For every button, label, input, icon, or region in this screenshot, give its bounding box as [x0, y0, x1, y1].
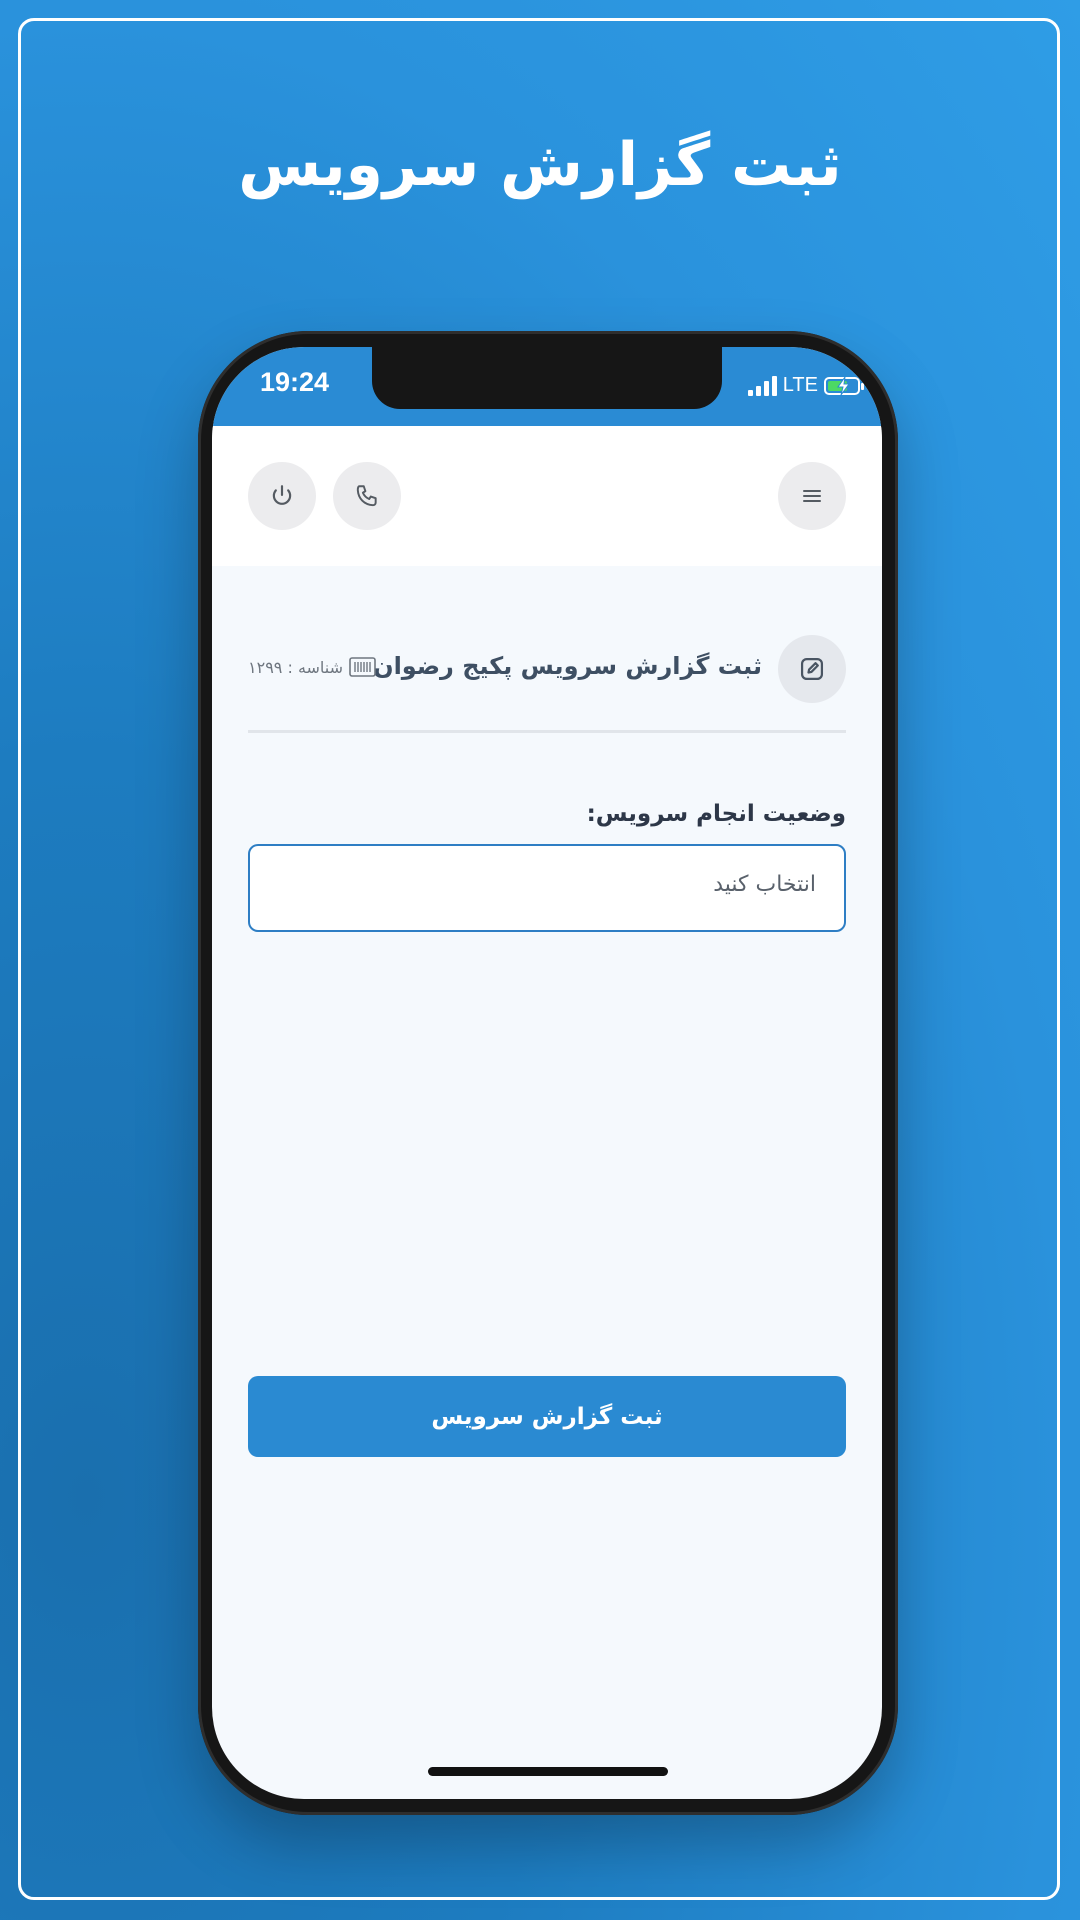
- app-header: [212, 426, 882, 566]
- signal-icon: [747, 375, 777, 396]
- battery-charging-icon: [824, 376, 864, 395]
- power-icon: [272, 485, 292, 505]
- promo-title: ثبت گزارش سرویس: [238, 130, 842, 200]
- phone-notch: [372, 347, 722, 409]
- call-button[interactable]: [333, 462, 401, 530]
- phone-icon: [356, 485, 377, 507]
- report-title-row: ثبت گزارش سرویس پکیج رضوان شناسه : ۱۲۹۹: [248, 635, 846, 705]
- network-label: LTE: [782, 374, 818, 396]
- status-time: 19:24: [260, 367, 330, 397]
- promo-page: ثبت گزارش سرویس 19:24 LTE ثبت گزارش سروی…: [0, 0, 1080, 1920]
- service-status-label: وضعیت انجام سرویس:: [586, 801, 846, 827]
- power-button[interactable]: [248, 462, 316, 530]
- menu-button[interactable]: [778, 462, 846, 530]
- report-id: شناسه : ۱۲۹۹: [248, 657, 344, 677]
- status-bar: 19:24 LTE: [212, 347, 882, 426]
- edit-icon: [800, 657, 824, 681]
- report-title: ثبت گزارش سرویس پکیج رضوان: [373, 652, 762, 680]
- status-indicators: LTE: [747, 374, 864, 397]
- barcode-icon: [349, 657, 376, 677]
- submit-report-button[interactable]: ثبت گزارش سرویس: [248, 1376, 846, 1457]
- home-indicator[interactable]: [428, 1767, 668, 1776]
- phone-screen: 19:24 LTE ثبت گزارش سرویس پکیج رضوان شنا…: [212, 347, 882, 1799]
- service-status-value: انتخاب کنید: [713, 872, 816, 897]
- divider: [248, 730, 846, 733]
- service-status-select[interactable]: انتخاب کنید: [248, 844, 846, 932]
- edit-icon-badge: [778, 635, 846, 703]
- menu-icon: [803, 490, 821, 502]
- report-id-group: شناسه : ۱۲۹۹: [248, 657, 376, 677]
- phone-mockup: 19:24 LTE ثبت گزارش سرویس پکیج رضوان شنا…: [198, 331, 898, 1815]
